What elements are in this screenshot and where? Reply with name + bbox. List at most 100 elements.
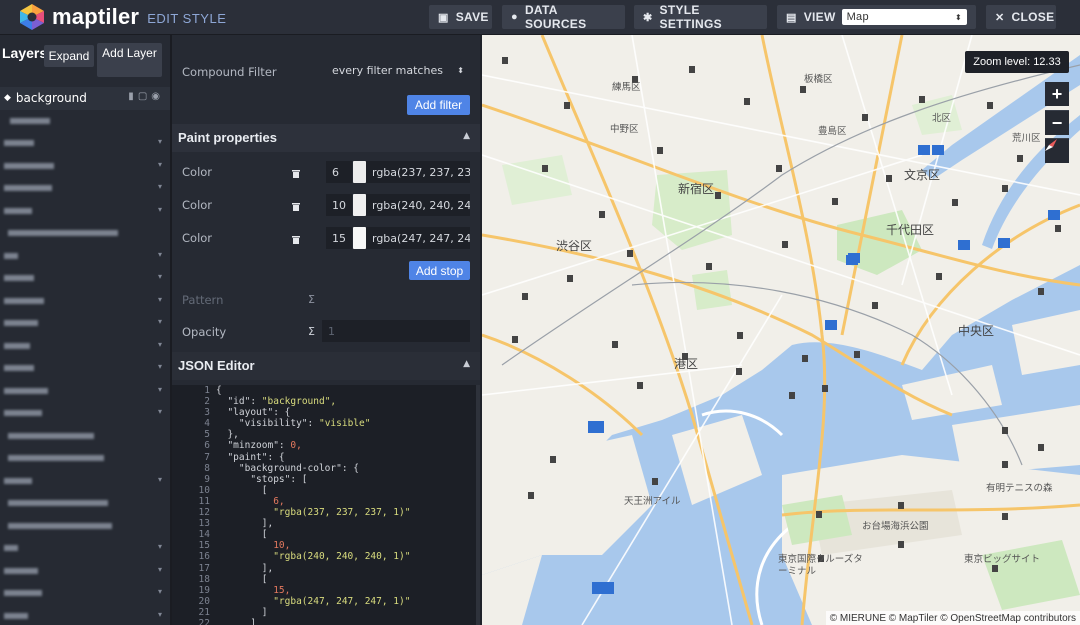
zoom-out-button[interactable]: − (1045, 110, 1069, 135)
add-stop-button[interactable]: Add stop (409, 261, 470, 280)
document-icon: ▤ (786, 11, 797, 24)
layer-item[interactable] (0, 425, 170, 448)
json-editor-title: JSON Editor (178, 358, 255, 373)
color-value-input[interactable]: rgba(237, 237, 237, 1) (366, 161, 470, 183)
code-line: "layout": { (227, 407, 291, 419)
opacity-input[interactable]: 1 (322, 320, 470, 342)
layer-item[interactable] (0, 492, 170, 515)
layer-placeholder (8, 500, 108, 507)
chevron-down-icon: ▾ (157, 542, 162, 551)
compound-filter-value: every filter matches (332, 63, 443, 77)
layer-item-background[interactable]: ◆ background ▮▢◉ (0, 87, 170, 110)
layer-group[interactable]: ▾ (0, 155, 170, 178)
code-line: "rgba(247, 247, 247, 1)" (273, 595, 411, 607)
layer-group[interactable]: ▾ (0, 560, 170, 583)
opacity-label: Opacity (182, 325, 227, 339)
layer-placeholder (8, 432, 94, 439)
layer-group[interactable]: ▾ (0, 380, 170, 403)
layer-placeholder (4, 185, 52, 192)
expand-button[interactable]: Expand (44, 45, 94, 67)
diamond-icon: ◆ (4, 93, 11, 104)
line-number: 18 (198, 573, 210, 585)
layer-group[interactable]: ▾ (0, 537, 170, 560)
visibility-eye-icon[interactable]: ◉ (151, 91, 164, 102)
code-line: }, (227, 429, 239, 441)
layer-item[interactable] (0, 447, 170, 470)
layer-placeholder (8, 522, 112, 529)
layer-item[interactable] (0, 515, 170, 538)
chevron-down-icon: ▾ (157, 609, 162, 619)
select-arrows-icon: ⬍ (954, 12, 962, 22)
map-view[interactable]: 練馬区 板橋区 北区 中野区 豊島区 荒川区 新宿区 文京区 渋谷区 千代田区 … (482, 35, 1080, 625)
color-swatch[interactable] (353, 227, 366, 249)
chevron-down-icon: ▾ (157, 137, 162, 146)
layer-group[interactable]: ▾ (0, 132, 170, 155)
layer-group[interactable]: ▾ (0, 582, 170, 605)
code-line: [ (261, 573, 268, 585)
layer-item[interactable] (0, 222, 170, 245)
map-attribution: © MIERUNE © MapTiler © OpenStreetMap con… (825, 611, 1080, 625)
line-number: 9 (204, 473, 210, 485)
style-settings-button[interactable]: ✱ STYLE SETTINGS (634, 3, 767, 31)
select-arrows-icon: ⬍ (457, 65, 464, 75)
layer-group[interactable]: ▾ (0, 177, 170, 200)
color-swatch[interactable] (353, 194, 366, 216)
code-line: 10, (273, 540, 291, 552)
view-select[interactable]: Map ⬍ (841, 9, 967, 25)
zoom-in-button[interactable]: + (1045, 82, 1069, 106)
place-label: 有明テニスの森 (986, 483, 1053, 494)
trash-icon[interactable] (292, 169, 300, 178)
function-sigma-icon[interactable]: Σ (308, 293, 315, 306)
layer-group[interactable]: ▾ (0, 357, 170, 380)
layer-group[interactable]: ▾ (0, 605, 170, 625)
compass-button[interactable] (1045, 138, 1069, 163)
view-control: ▤ VIEW Map ⬍ (777, 5, 976, 29)
duplicate-icon[interactable]: ▢ (138, 91, 151, 102)
zoom-stop-input[interactable]: 10 (326, 194, 352, 216)
trash-icon[interactable] (292, 235, 300, 244)
layer-group[interactable]: ▾ (0, 402, 170, 425)
delete-icon[interactable]: ▮ (128, 91, 138, 102)
brand-name: maptiler (52, 4, 140, 29)
save-icon: ▣ (438, 11, 449, 24)
layer-group[interactable]: ▾ (0, 245, 170, 268)
color-label: Color (182, 231, 213, 245)
save-button[interactable]: ▣ SAVE (429, 5, 492, 29)
trash-icon[interactable] (292, 202, 300, 211)
layer-item[interactable] (0, 110, 170, 133)
color-value-input[interactable]: rgba(247, 247, 247, 1) (366, 227, 470, 249)
json-scrollbar[interactable] (476, 385, 480, 625)
layer-placeholder (4, 297, 44, 304)
layer-group[interactable]: ▾ (0, 200, 170, 223)
close-button[interactable]: ✕ CLOSE (986, 5, 1056, 29)
place-label: 東京ビッグサイト (964, 554, 1041, 565)
json-code-editor[interactable]: 1 2 3 4 5 6 7 8 9 10 11 12 13 14 15 16 17 18 19 20 21 22 { "i… (172, 385, 480, 625)
layer-placeholder (8, 230, 118, 237)
add-layer-button[interactable]: Add Layer (97, 43, 162, 77)
chevron-down-icon: ▾ (157, 587, 162, 596)
chevron-up-icon: ▲ (463, 359, 470, 369)
zoom-stop-input[interactable]: 6 (326, 161, 352, 183)
compound-filter-select[interactable]: every filter matches ⬍ (326, 59, 470, 81)
layer-group[interactable]: ▾ (0, 312, 170, 335)
place-label: 天王洲アイル (624, 496, 681, 507)
paint-properties-header[interactable]: Paint properties ▲ (172, 124, 480, 152)
color-value-input[interactable]: rgba(240, 240, 240, 1) (366, 194, 470, 216)
layer-group[interactable]: ▾ (0, 267, 170, 290)
layer-group[interactable]: ▾ (0, 290, 170, 313)
layer-group[interactable]: ▾ (0, 470, 170, 493)
layers-header: Layers Expand Add Layer (0, 35, 170, 87)
zoom-stop-input[interactable]: 15 (326, 227, 352, 249)
maptiler-logo-icon (20, 4, 44, 30)
color-swatch[interactable] (353, 161, 366, 183)
layer-actions: ▮▢◉ (128, 91, 164, 102)
place-label: 荒川区 (1012, 133, 1041, 144)
layer-placeholder (4, 140, 34, 147)
layer-placeholder (4, 545, 18, 552)
code-line: "rgba(237, 237, 237, 1)" (273, 507, 411, 519)
layer-group[interactable]: ▾ (0, 335, 170, 358)
function-sigma-icon[interactable]: Σ (308, 325, 315, 338)
json-editor-header[interactable]: JSON Editor ▲ (172, 352, 480, 380)
data-sources-button[interactable]: ● DATA SOURCES (502, 3, 625, 31)
add-filter-button[interactable]: Add filter (407, 95, 470, 115)
